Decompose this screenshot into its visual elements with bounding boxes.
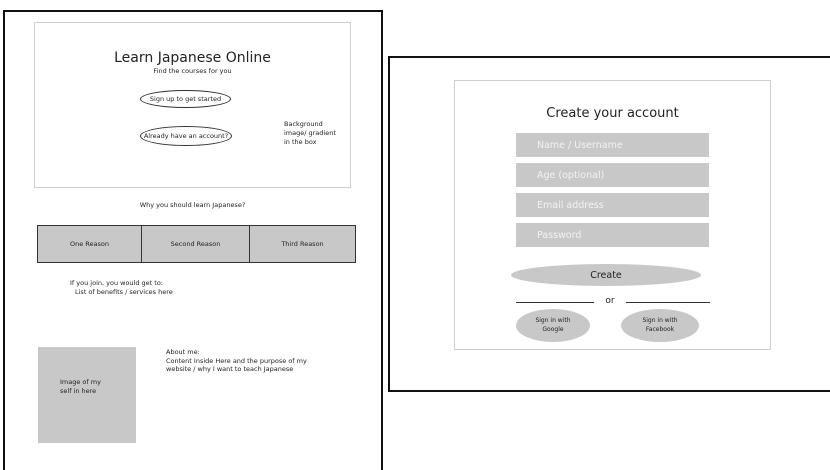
background-note-line: Background: [284, 120, 323, 128]
about-section: About me: Content Inside Here and the pu…: [166, 348, 336, 374]
about-heading: About me:: [166, 348, 200, 356]
signup-title: Create your account: [546, 106, 679, 121]
benefits-list: List of benefits / services here: [75, 288, 173, 296]
age-field[interactable]: Age (optional): [516, 163, 709, 187]
divider-line: [516, 302, 594, 303]
facebook-signin-label: Sign in with: [642, 317, 678, 324]
reasons-row: One Reason Second Reason Third Reason: [37, 225, 356, 263]
about-text-line: website / why I want to teach Japanese: [166, 365, 294, 373]
profile-image-label-line: Image of my: [60, 378, 101, 386]
name-username-field[interactable]: Name / Username: [516, 133, 709, 157]
facebook-signin-provider: Facebook: [645, 325, 675, 333]
background-note-line: in the box: [284, 138, 317, 146]
or-separator: or: [605, 296, 615, 306]
google-signin-provider: Google: [542, 325, 564, 333]
email-field[interactable]: Email address: [516, 193, 709, 217]
create-account-button[interactable]: Create: [511, 264, 701, 286]
reason-two[interactable]: Second Reason: [141, 226, 249, 262]
why-learn-heading: Why you should learn Japanese?: [139, 201, 246, 209]
reason-three[interactable]: Third Reason: [249, 226, 355, 262]
signup-button[interactable]: Sign up to get started: [140, 90, 231, 108]
reason-one[interactable]: One Reason: [38, 226, 141, 262]
background-note: Background image/ gradient in the box: [284, 120, 344, 147]
facebook-signin-button[interactable]: Sign in with Facebook: [621, 309, 699, 342]
google-signin-label: Sign in with: [535, 317, 571, 324]
profile-image-label-line: self in here: [60, 387, 97, 395]
divider-line: [626, 302, 710, 303]
google-signin-button[interactable]: Sign in with Google: [516, 309, 590, 342]
password-field[interactable]: Password: [516, 223, 709, 247]
benefits-intro: If you join, you would get to:: [70, 279, 163, 287]
benefits-text: If you join, you would get to: List of b…: [70, 279, 173, 297]
hero-title: Learn Japanese Online: [114, 50, 271, 66]
profile-image-label: Image of my self in here: [60, 378, 120, 396]
hero-subtitle: Find the courses for you: [153, 67, 232, 75]
background-note-line: image/ gradient: [284, 129, 336, 137]
about-text-line: Content Inside Here and the purpose of m…: [166, 356, 307, 365]
login-button[interactable]: Already have an account?: [140, 126, 232, 146]
